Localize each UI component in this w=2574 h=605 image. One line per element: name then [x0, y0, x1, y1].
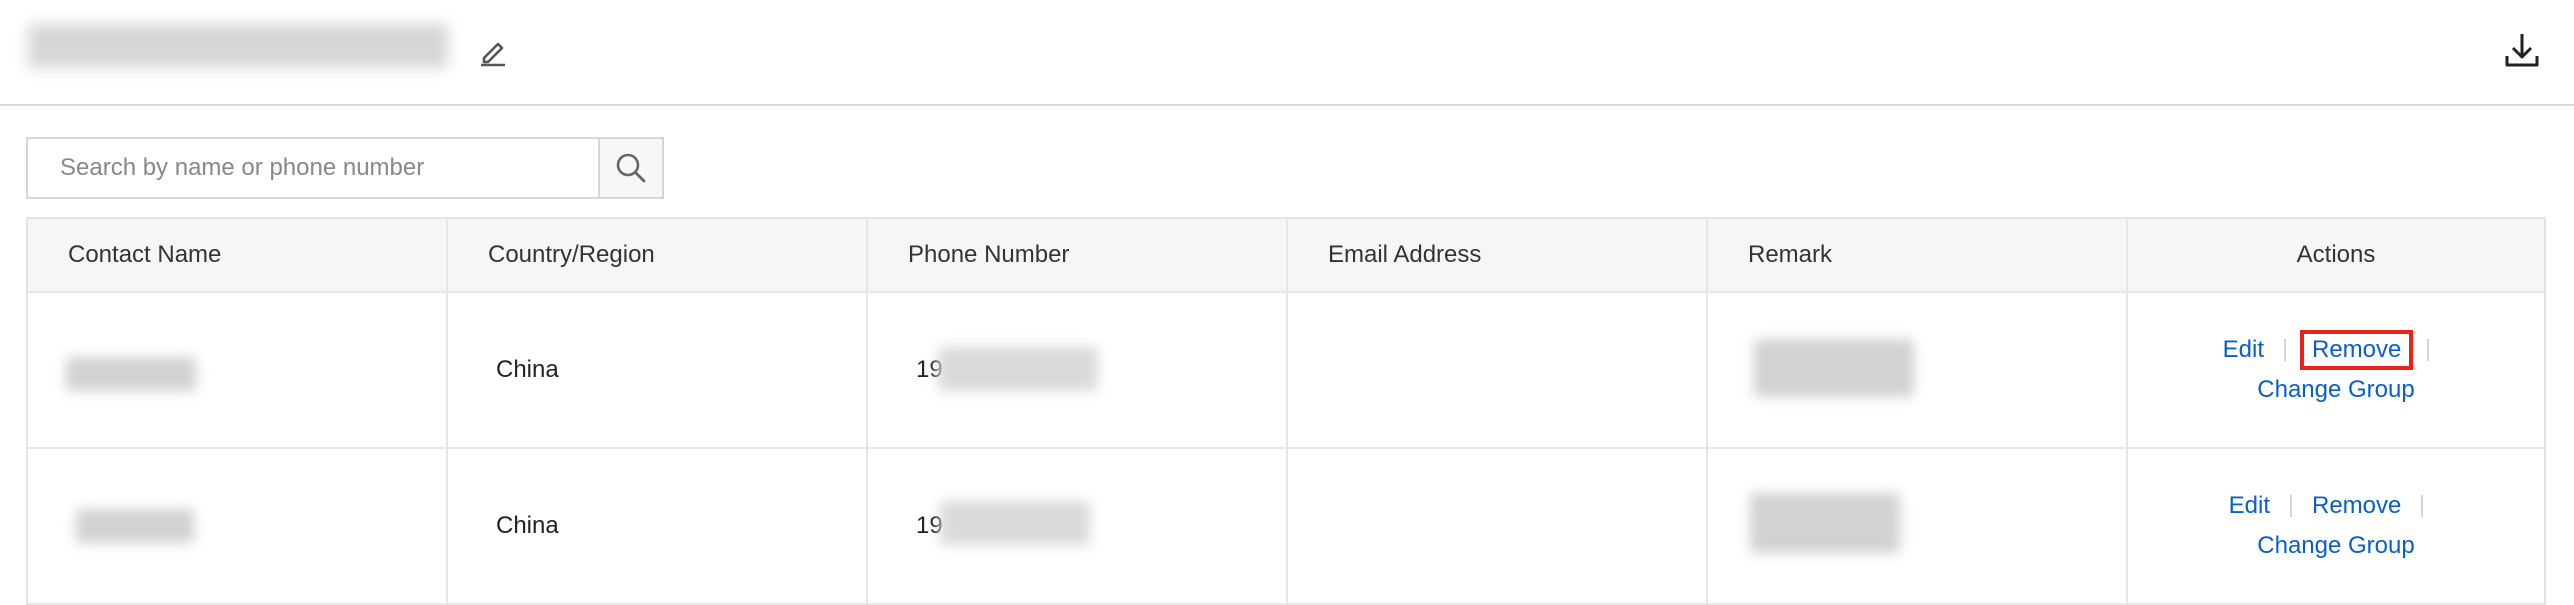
column-header-contact-name: Contact Name — [28, 219, 448, 291]
email-cell — [1288, 293, 1708, 447]
action-separator — [2283, 339, 2286, 361]
phone-number-redacted — [938, 347, 1098, 391]
contact-name-cell — [28, 293, 448, 447]
action-separator — [2421, 495, 2424, 517]
column-header-country-region: Country/Region — [448, 219, 868, 291]
country-cell: China — [448, 449, 868, 603]
action-separator — [2427, 339, 2430, 361]
pencil-edit-icon[interactable] — [476, 34, 510, 68]
search-button[interactable] — [598, 139, 662, 197]
contact-name-redacted — [66, 357, 196, 391]
contact-name-redacted — [76, 509, 194, 543]
column-header-remark: Remark — [1708, 219, 2128, 291]
contact-name-cell — [28, 449, 448, 603]
remove-link[interactable]: Remove — [2299, 330, 2414, 370]
change-group-link[interactable]: Change Group — [2257, 376, 2414, 404]
phone-number-prefix: 19 — [916, 512, 943, 539]
remark-cell — [1708, 449, 2128, 603]
table-header-row: Contact Name Country/Region Phone Number… — [28, 219, 2544, 293]
page-header — [0, 0, 2574, 106]
contacts-table: Contact Name Country/Region Phone Number… — [26, 217, 2546, 605]
search-box — [26, 137, 664, 199]
group-title-redacted — [28, 24, 448, 68]
download-icon[interactable] — [2502, 30, 2542, 70]
remark-redacted — [1754, 339, 1914, 397]
email-cell — [1288, 449, 1708, 603]
table-row: China 19 Edit Remove Change Group — [28, 449, 2544, 605]
change-group-link[interactable]: Change Group — [2257, 532, 2414, 560]
phone-cell: 19 — [868, 293, 1288, 447]
search-icon — [616, 153, 646, 183]
phone-cell: 19 — [868, 449, 1288, 603]
remark-cell — [1708, 293, 2128, 447]
table-row: China 19 Edit Remove Change Group — [28, 293, 2544, 449]
column-header-email-address: Email Address — [1288, 219, 1708, 291]
column-header-actions: Actions — [2296, 241, 2376, 268]
actions-cell: Edit Remove Change Group — [2128, 293, 2544, 447]
column-header-phone-number: Phone Number — [868, 219, 1288, 291]
phone-number-redacted — [940, 501, 1090, 545]
edit-link[interactable]: Edit — [2229, 492, 2270, 520]
remark-redacted — [1750, 493, 1900, 553]
actions-cell: Edit Remove Change Group — [2128, 449, 2544, 603]
action-separator — [2289, 495, 2292, 517]
edit-link[interactable]: Edit — [2223, 336, 2264, 364]
remove-link[interactable]: Remove — [2312, 492, 2401, 520]
country-cell: China — [448, 293, 868, 447]
search-input[interactable] — [28, 139, 598, 197]
